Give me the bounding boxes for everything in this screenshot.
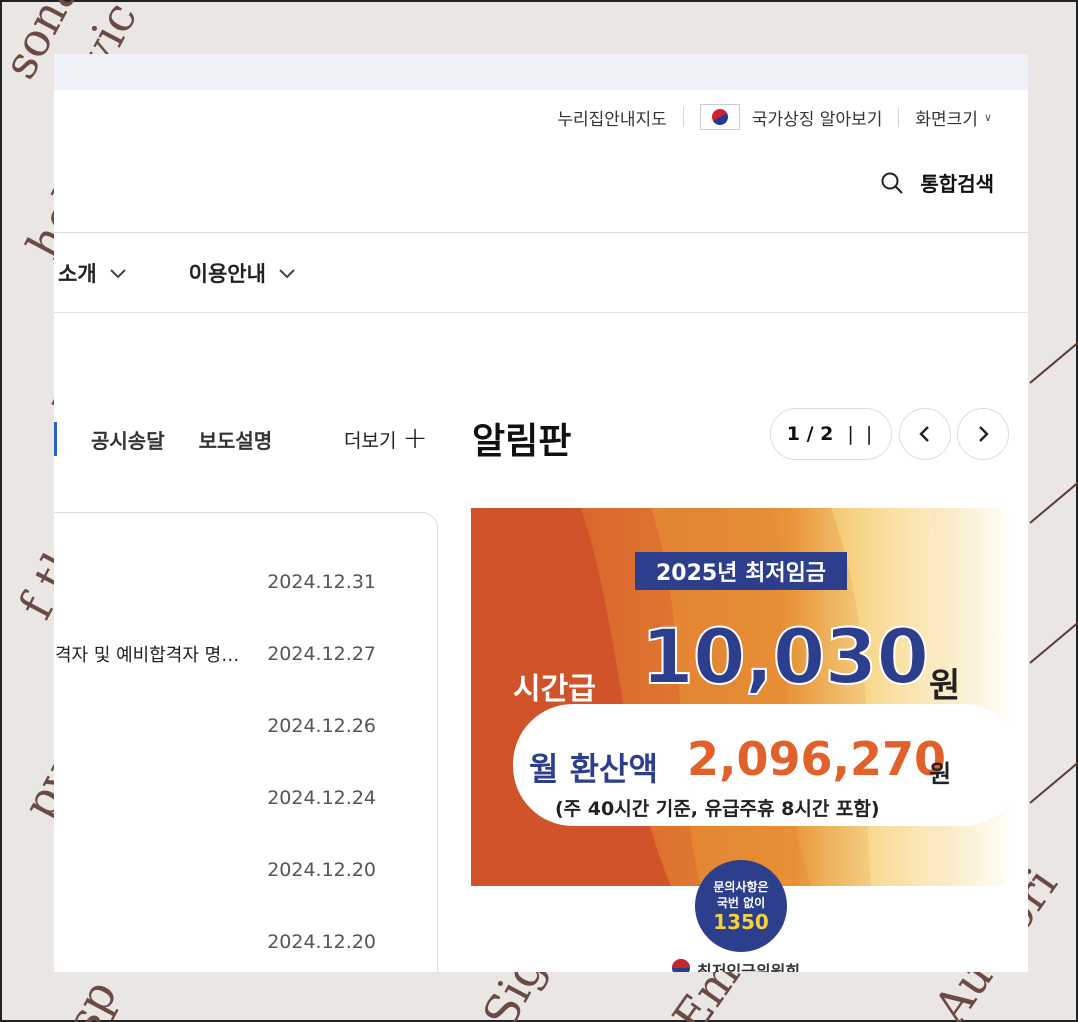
year-label: 2025년 최저임금 xyxy=(655,561,827,586)
org-name: 최저임금위원회 xyxy=(697,962,801,972)
board-title: 알림판 xyxy=(472,421,572,462)
page-indicator: 1 / 2 xyxy=(786,423,834,445)
hourly-unit: 원 xyxy=(929,666,961,706)
list-item-date: 2024.12.31 xyxy=(267,571,376,593)
tab-public-notice[interactable]: 공시송달 xyxy=(91,425,165,454)
national-symbols-link[interactable]: 국가상징 알아보기 xyxy=(752,105,883,130)
notice-tabs: 공시송달 보도설명 xyxy=(54,422,306,456)
screen-size-label: 화면크기 xyxy=(915,109,978,130)
background-line xyxy=(1029,330,1078,384)
contact-number: 1350 xyxy=(713,910,769,934)
notice-list: 2024.12.31 격자 및 예비합격자 명… 2024.12.27 2024… xyxy=(54,512,438,972)
background-line xyxy=(1029,470,1078,524)
tab-press-explanation[interactable]: 보도설명 xyxy=(199,425,273,454)
hourly-prefix: 시간급 xyxy=(513,672,596,707)
prev-button[interactable] xyxy=(899,408,951,460)
list-item-date: 2024.12.20 xyxy=(267,931,376,953)
divider xyxy=(54,232,1028,233)
list-item[interactable]: 2024.12.24 xyxy=(54,783,376,813)
gnb-item-intro[interactable]: 소개 xyxy=(58,258,127,288)
chevron-down-icon xyxy=(109,269,126,279)
list-item[interactable]: 2024.12.20 xyxy=(54,855,376,885)
chevron-down-icon xyxy=(279,269,295,279)
minimum-wage-banner[interactable]: 2025년 최저임금 시간급 10,030 원 월 환산액 2,096,270 … xyxy=(471,508,1009,972)
list-item[interactable]: 격자 및 예비합격자 명… 2024.12.27 xyxy=(54,639,376,669)
chevron-left-icon xyxy=(919,426,929,442)
website-frame: 누리집안내지도 국가상징 알아보기 화면크기 ∨ 통합검색 소개 이용안내 공시… xyxy=(54,54,1028,972)
taegukgi-icon xyxy=(699,104,740,130)
list-item-date: 2024.12.27 xyxy=(267,643,376,665)
more-button[interactable]: 더보기 + xyxy=(344,424,428,454)
utility-bar: 누리집안내지도 국가상징 알아보기 화면크기 ∨ xyxy=(557,104,992,130)
divider xyxy=(54,312,1028,313)
active-tab-indicator xyxy=(54,422,57,456)
contact-line2: 국번 없이 xyxy=(716,896,766,910)
chevron-right-icon xyxy=(979,426,989,442)
search-icon xyxy=(881,172,904,194)
next-button[interactable] xyxy=(957,408,1009,460)
chevron-down-icon: ∨ xyxy=(983,110,992,124)
list-item[interactable]: 2024.12.31 xyxy=(54,567,376,597)
hourly-value: 10,030 xyxy=(640,611,930,702)
top-strip xyxy=(54,54,1028,90)
monthly-note: (주 40시간 기준, 유급주휴 8시간 포함) xyxy=(555,798,880,820)
gnb-item-label: 소개 xyxy=(58,262,97,286)
pause-button[interactable]: | | xyxy=(847,423,875,445)
monthly-prefix: 월 환산액 xyxy=(529,750,658,788)
main-navigation: 소개 이용안내 xyxy=(58,258,358,288)
gnb-item-label: 이용안내 xyxy=(188,262,266,286)
gnb-item-guide[interactable]: 이용안내 xyxy=(189,258,296,288)
divider xyxy=(682,107,684,127)
monthly-value: 2,096,270 xyxy=(687,732,946,786)
divider xyxy=(898,107,900,127)
contact-line1: 문의사항은 xyxy=(713,880,769,894)
search-label: 통합검색 xyxy=(920,172,994,196)
list-item[interactable]: 2024.12.20 xyxy=(54,927,376,957)
list-item[interactable]: 2024.12.26 xyxy=(54,711,376,741)
integrated-search-button[interactable]: 통합검색 xyxy=(880,168,994,197)
list-item-date: 2024.12.24 xyxy=(267,787,376,809)
list-item-date: 2024.12.20 xyxy=(267,859,376,881)
background-line xyxy=(1029,750,1078,804)
monthly-unit: 원 xyxy=(929,760,952,788)
pager: 1 / 2 | | xyxy=(770,408,892,460)
list-item-date: 2024.12.26 xyxy=(267,715,376,737)
more-label: 더보기 xyxy=(344,429,397,452)
list-item-title: 격자 및 예비합격자 명… xyxy=(55,645,240,666)
sitemap-link[interactable]: 누리집안내지도 xyxy=(557,105,666,130)
background-line xyxy=(1029,610,1078,664)
plus-icon: + xyxy=(402,421,428,456)
background-text: esp xyxy=(42,971,128,1022)
screen-size-button[interactable]: 화면크기 ∨ xyxy=(915,105,992,130)
